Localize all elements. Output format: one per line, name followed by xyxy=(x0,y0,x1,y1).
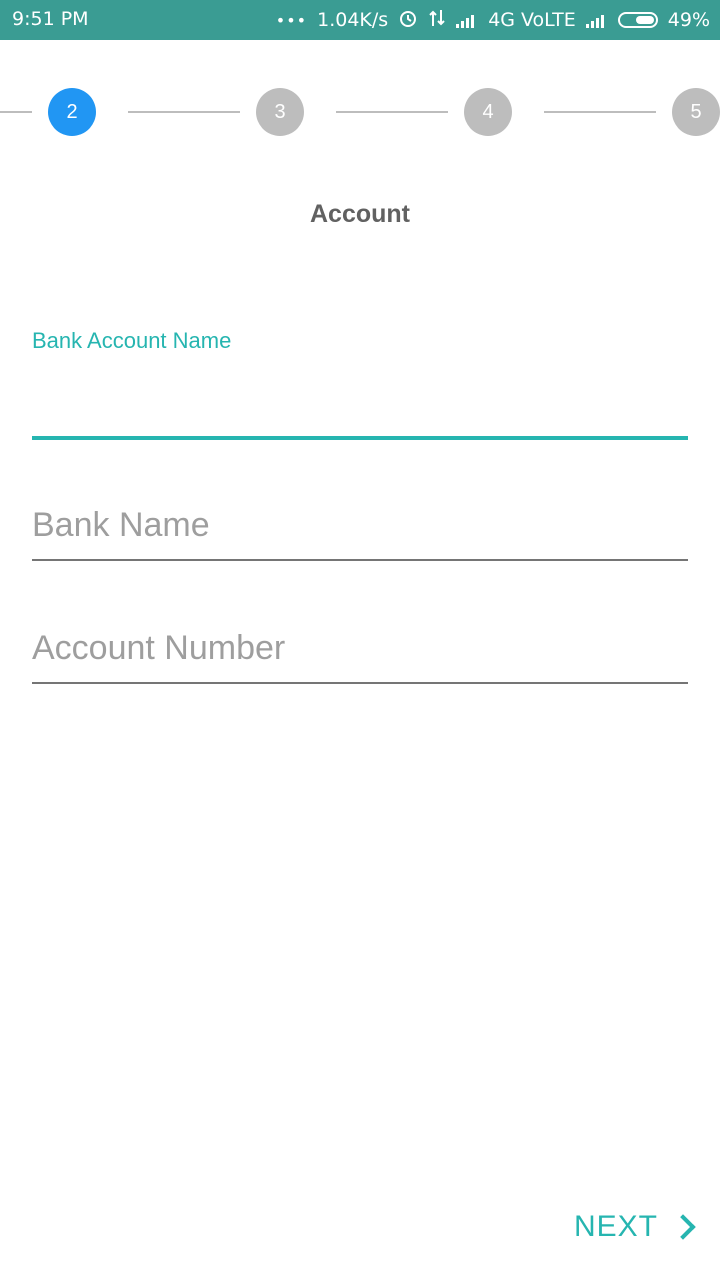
stepper-connector xyxy=(544,111,656,113)
alarm-icon xyxy=(398,8,418,33)
more-notifications-icon: ••• xyxy=(275,10,308,30)
chevron-right-icon xyxy=(670,1214,696,1240)
status-icons: ••• 1.04K/s 4G VoLTE 49% xyxy=(276,0,710,40)
account-number-placeholder: Account Number xyxy=(32,629,286,667)
network-speed: 1.04K/s xyxy=(317,9,389,31)
network-type: 4G VoLTE xyxy=(488,9,576,31)
step-2[interactable]: 2 xyxy=(48,88,96,136)
field-underline xyxy=(32,436,688,440)
stepper: 2 3 4 5 xyxy=(0,88,720,136)
page-title: Account xyxy=(310,200,410,228)
account-number-field[interactable]: Account Number xyxy=(32,629,688,685)
battery-percent: 49% xyxy=(667,9,710,31)
step-5[interactable]: 5 xyxy=(672,88,720,136)
signal-icon xyxy=(585,12,608,28)
battery-icon xyxy=(617,12,658,28)
stepper-connector xyxy=(0,111,32,113)
next-button[interactable]: NEXT xyxy=(573,1210,696,1244)
stepper-connector xyxy=(336,111,448,113)
bank-account-name-label: Bank Account Name xyxy=(32,328,232,353)
step-3[interactable]: 3 xyxy=(256,88,304,136)
field-underline xyxy=(32,682,688,684)
step-4[interactable]: 4 xyxy=(464,88,512,136)
bank-name-placeholder: Bank Name xyxy=(32,506,210,544)
field-underline xyxy=(32,559,688,561)
bank-account-name-field[interactable]: Bank Account Name xyxy=(32,328,688,442)
signal-icon xyxy=(456,12,478,28)
stepper-connector xyxy=(128,111,240,113)
data-transfer-icon xyxy=(428,8,446,33)
next-label: NEXT xyxy=(573,1210,658,1243)
status-bar: 9:51 PM ••• 1.04K/s 4G VoLTE 49% xyxy=(0,0,720,40)
bank-name-field[interactable]: Bank Name xyxy=(32,506,688,562)
status-time: 9:51 PM xyxy=(12,8,89,30)
